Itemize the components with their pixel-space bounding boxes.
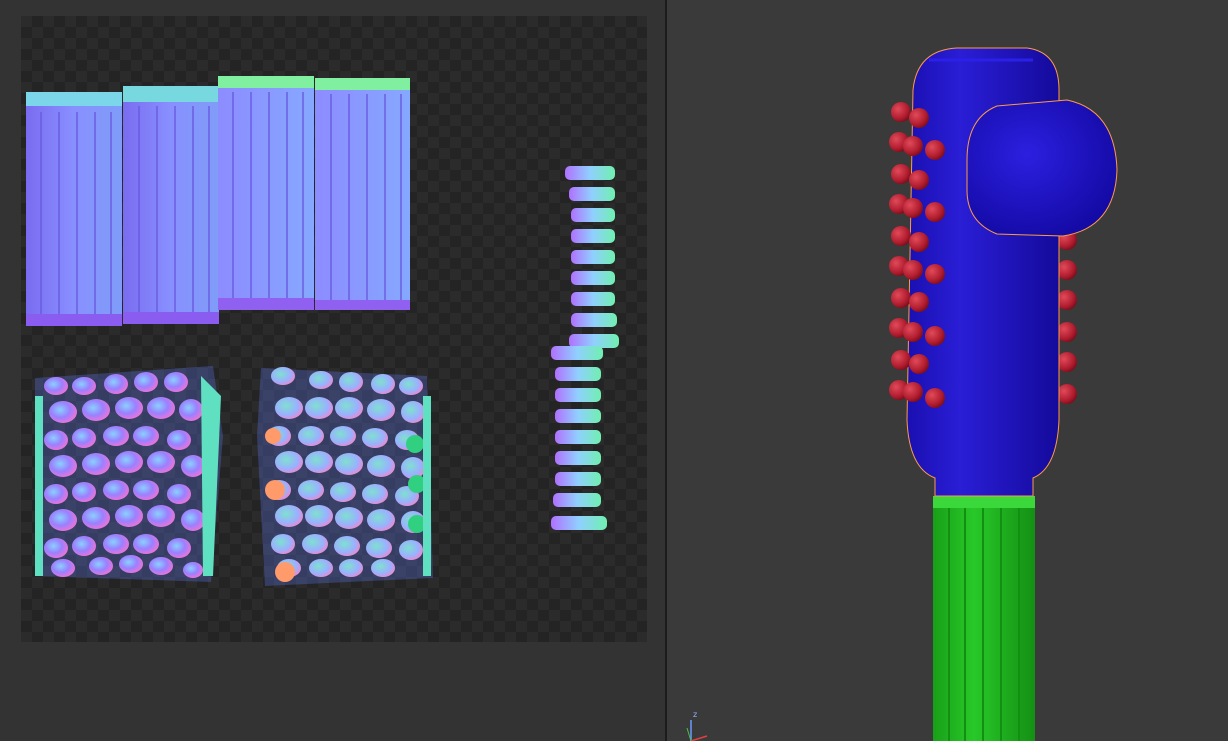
right-bumps (1057, 230, 1077, 404)
uv-editor-pane[interactable] (0, 0, 665, 741)
3d-viewport[interactable]: z (667, 0, 1228, 741)
grip-uv-island (26, 76, 410, 326)
bumps-uv-island-right (257, 367, 433, 586)
handle-model (686, 47, 1118, 741)
axis-z-label: z (693, 710, 698, 719)
axis-gizmo (686, 720, 708, 741)
uv-texture-canvas[interactable] (21, 16, 647, 642)
normal-map-texture (26, 76, 619, 586)
ridge-uv-strip (551, 166, 619, 530)
grip-shaft (933, 496, 1035, 741)
bumps-uv-island-left (35, 366, 223, 582)
side-knob (966, 99, 1118, 237)
